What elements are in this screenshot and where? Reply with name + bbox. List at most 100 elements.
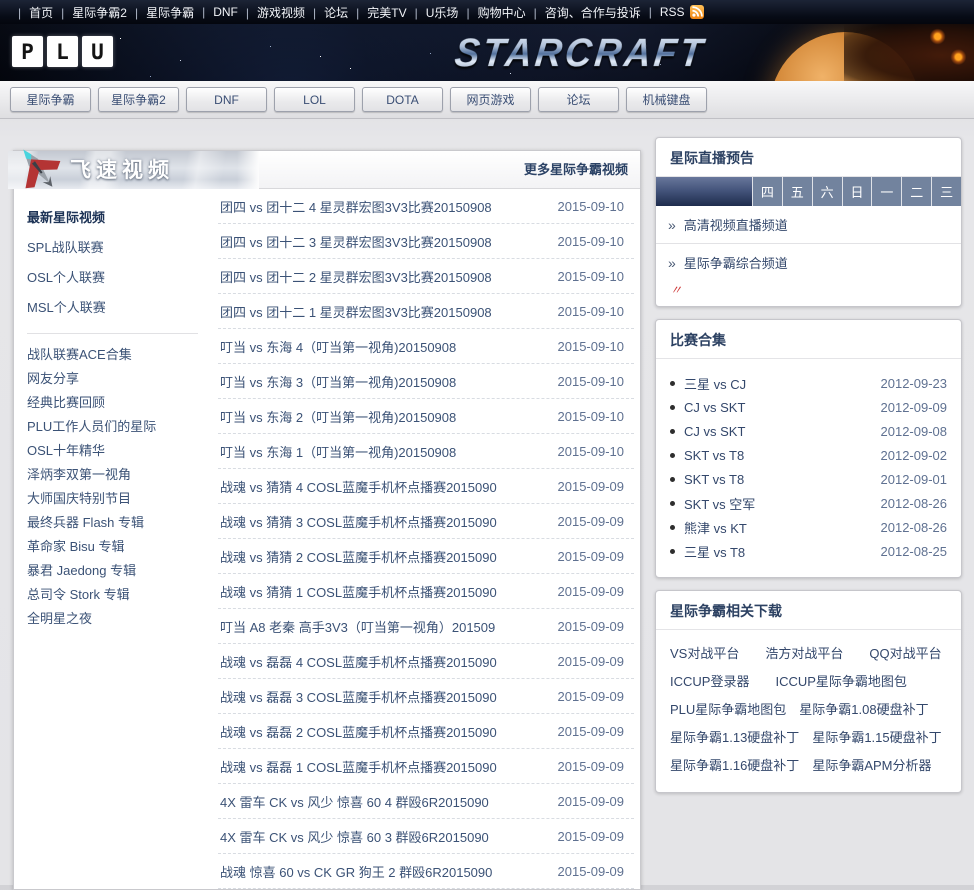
match-link[interactable]: SKT vs T8: [684, 448, 881, 463]
nav-button[interactable]: DOTA: [362, 87, 443, 112]
sidebar-item[interactable]: OSL十年精华: [27, 439, 212, 463]
topbar-link[interactable]: 咨询、合作与投诉: [526, 4, 641, 21]
video-title-link[interactable]: 4X 雷车 CK vs 风少 惊喜 60 3 群殴6R2015090: [220, 827, 489, 846]
rss-link[interactable]: RSS: [641, 5, 704, 19]
sidebar-item[interactable]: 暴君 Jaedong 专辑: [27, 559, 212, 583]
starcraft-logo: STARCRAFT: [452, 30, 708, 75]
video-title-link[interactable]: 战魂 惊喜 60 vs CK GR 狗王 2 群殴6R2015090: [220, 862, 492, 881]
download-link[interactable]: VS对战平台: [670, 640, 739, 668]
sidebar-item[interactable]: 最终兵器 Flash 专辑: [27, 511, 212, 535]
match-link[interactable]: 熊津 vs KT: [684, 518, 881, 537]
topbar-link[interactable]: 论坛: [305, 4, 348, 21]
video-title-link[interactable]: 战魂 vs 磊磊 2 COSL蓝魔手机杯点播赛2015090: [220, 722, 497, 741]
download-link[interactable]: 星际争霸APM分析器: [812, 752, 931, 780]
sidebar-item[interactable]: 经典比赛回顾: [27, 391, 212, 415]
bullet-icon: [670, 428, 675, 434]
video-title-link[interactable]: 战魂 vs 磊磊 3 COSL蓝魔手机杯点播赛2015090: [220, 687, 497, 706]
weekday-cell[interactable]: 日: [841, 177, 872, 206]
video-title-link[interactable]: 叮当 vs 东海 2（叮当第一视角)20150908: [220, 407, 456, 426]
topbar-link[interactable]: 游戏视频: [238, 4, 305, 21]
match-link[interactable]: SKT vs T8: [684, 472, 881, 487]
video-row: 团四 vs 团十二 3 星灵群宏图3V3比赛20150908 2015-09-1…: [218, 224, 634, 259]
topbar-link[interactable]: 首页: [10, 4, 53, 21]
sidebar-item[interactable]: 革命家 Bisu 专辑: [27, 535, 212, 559]
nav-button[interactable]: DNF: [186, 87, 267, 112]
video-title-link[interactable]: 叮当 vs 东海 1（叮当第一视角)20150908: [220, 442, 456, 461]
weekday-cell[interactable]: 二: [901, 177, 932, 206]
video-title-link[interactable]: 4X 雷车 CK vs 风少 惊喜 60 4 群殴6R2015090: [220, 792, 489, 811]
live-schedule-box: 星际直播预告 四五六日一二三 » 高清视频直播频道 » 星际争霸综合频道 〃: [655, 137, 962, 307]
topbar-link[interactable]: 星际争霸2: [53, 4, 127, 21]
more-videos-link[interactable]: 更多星际争霸视频: [524, 151, 628, 189]
video-title-link[interactable]: 叮当 vs 东海 3（叮当第一视角)20150908: [220, 372, 456, 391]
topbar-link[interactable]: 购物中心: [458, 4, 526, 21]
video-title-link[interactable]: 叮当 vs 东海 4（叮当第一视角)20150908: [220, 337, 456, 356]
sidebar-item[interactable]: OSL个人联赛: [27, 263, 212, 293]
video-row: 战魂 vs 磊磊 1 COSL蓝魔手机杯点播赛2015090 2015-09-0…: [218, 749, 634, 784]
video-title-link[interactable]: 团四 vs 团十二 1 星灵群宏图3V3比赛20150908: [220, 302, 492, 321]
weekday-cell[interactable]: 一: [871, 177, 902, 206]
download-link[interactable]: QQ对战平台: [869, 640, 941, 668]
download-link[interactable]: ICCUP星际争霸地图包: [775, 668, 906, 696]
video-title-link[interactable]: 战魂 vs 猜猜 1 COSL蓝魔手机杯点播赛2015090: [220, 582, 497, 601]
match-row: 三星 vs CJ 2012-09-23: [670, 371, 947, 395]
video-row: 叮当 vs 东海 1（叮当第一视角)20150908 2015-09-10: [218, 434, 634, 469]
nav-button[interactable]: 星际争霸2: [98, 87, 179, 112]
weekday-cell[interactable]: 三: [931, 177, 961, 206]
video-title-link[interactable]: 战魂 vs 猜猜 2 COSL蓝魔手机杯点播赛2015090: [220, 547, 497, 566]
video-title-link[interactable]: 叮当 A8 老秦 高手3V3（叮当第一视角）201509: [220, 617, 495, 636]
nav-button[interactable]: LOL: [274, 87, 355, 112]
match-date: 2012-09-09: [880, 399, 948, 415]
video-row: 战魂 vs 猜猜 2 COSL蓝魔手机杯点播赛2015090 2015-09-0…: [218, 539, 634, 574]
video-title-link[interactable]: 战魂 vs 猜猜 4 COSL蓝魔手机杯点播赛2015090: [220, 477, 497, 496]
download-link[interactable]: 星际争霸1.15硬盘补丁: [812, 724, 941, 752]
topbar-link[interactable]: DNF: [194, 5, 238, 19]
video-section-title: 飞速视频: [70, 159, 174, 182]
channel-row[interactable]: » 星际争霸综合频道: [656, 244, 961, 281]
topbar-link[interactable]: 完美TV: [348, 4, 406, 21]
download-link[interactable]: 浩方对战平台: [765, 640, 843, 668]
video-title-link[interactable]: 战魂 vs 磊磊 4 COSL蓝魔手机杯点播赛2015090: [220, 652, 497, 671]
video-title-link[interactable]: 团四 vs 团十二 4 星灵群宏图3V3比赛20150908: [220, 197, 492, 216]
download-link[interactable]: 星际争霸1.13硬盘补丁: [670, 724, 799, 752]
nav-button[interactable]: 机械键盘: [626, 87, 707, 112]
nav-button[interactable]: 网页游戏: [450, 87, 531, 112]
sidebar-item[interactable]: 最新星际视频: [27, 203, 212, 233]
sidebar-item[interactable]: PLU工作人员们的星际: [27, 415, 212, 439]
download-link[interactable]: 星际争霸1.08硬盘补丁: [799, 696, 928, 724]
video-date: 2015-09-10: [557, 198, 625, 214]
sidebar-item[interactable]: SPL战队联赛: [27, 233, 212, 263]
video-title-link[interactable]: 团四 vs 团十二 2 星灵群宏图3V3比赛20150908: [220, 267, 492, 286]
channel-list: » 高清视频直播频道 » 星际争霸综合频道: [656, 206, 961, 281]
nav-button[interactable]: 星际争霸: [10, 87, 91, 112]
download-link[interactable]: 星际争霸1.16硬盘补丁: [670, 752, 799, 780]
match-link[interactable]: 三星 vs CJ: [684, 374, 881, 393]
video-title-link[interactable]: 战魂 vs 猜猜 3 COSL蓝魔手机杯点播赛2015090: [220, 512, 497, 531]
channel-row[interactable]: » 高清视频直播频道: [656, 206, 961, 244]
topbar-link[interactable]: U乐场: [407, 4, 459, 21]
video-title-link[interactable]: 战魂 vs 磊磊 1 COSL蓝魔手机杯点播赛2015090: [220, 757, 497, 776]
sidebar-item[interactable]: 全明星之夜: [27, 607, 212, 631]
match-row: SKT vs T8 2012-09-01: [670, 467, 947, 491]
sidebar-item[interactable]: 泽炳李双第一视角: [27, 463, 212, 487]
weekday-cell[interactable]: 四: [752, 177, 782, 206]
sidebar-item[interactable]: MSL个人联赛: [27, 293, 212, 323]
download-link[interactable]: PLU星际争霸地图包: [670, 696, 786, 724]
rss-icon[interactable]: [689, 5, 704, 19]
sidebar-item[interactable]: 大师国庆特别节目: [27, 487, 212, 511]
sidebar-item[interactable]: 战队联赛ACE合集: [27, 343, 212, 367]
match-link[interactable]: 三星 vs T8: [684, 542, 881, 561]
weekday-cell[interactable]: 六: [811, 177, 842, 206]
match-link[interactable]: SKT vs 空军: [684, 494, 881, 513]
sidebar-item[interactable]: 网友分享: [27, 367, 212, 391]
download-link[interactable]: ICCUP登录器: [670, 668, 749, 696]
match-link[interactable]: CJ vs SKT: [684, 424, 881, 439]
plu-logo[interactable]: PLU: [12, 36, 113, 67]
video-panel: 飞速视频 更多星际争霸视频 最新星际视频 SPL战队联赛 OSL个人联赛 MSL个人联…: [8, 149, 641, 890]
sidebar-item[interactable]: 总司令 Stork 专辑: [27, 583, 212, 607]
match-link[interactable]: CJ vs SKT: [684, 400, 881, 415]
video-title-link[interactable]: 团四 vs 团十二 3 星灵群宏图3V3比赛20150908: [220, 232, 492, 251]
topbar-link[interactable]: 星际争霸: [127, 4, 194, 21]
nav-button[interactable]: 论坛: [538, 87, 619, 112]
weekday-cell[interactable]: 五: [781, 177, 812, 206]
